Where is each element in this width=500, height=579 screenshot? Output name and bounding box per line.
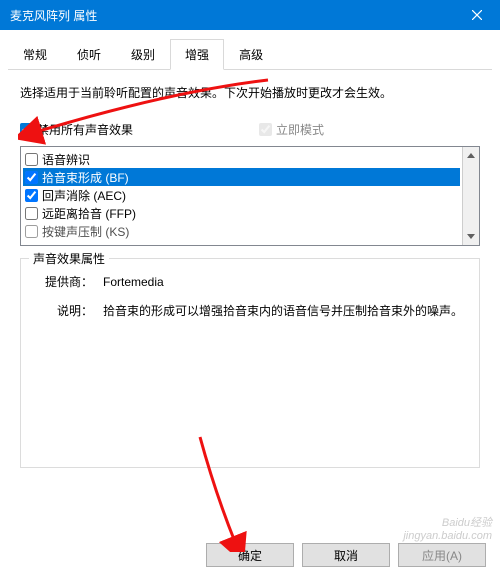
desc-value: 拾音束的形成可以增强拾音束内的语音信号并压制拾音束外的噪声。	[103, 302, 469, 321]
list-item[interactable]: 语音辨识	[23, 150, 460, 168]
title-bar: 麦克风阵列 属性	[0, 0, 500, 30]
listbox-inner: 语音辨识 拾音束形成 (BF) 回声消除 (AEC) 远距离拾音 (FFP)	[21, 147, 462, 245]
dialog-buttons: 确定 取消 应用(A)	[0, 531, 500, 579]
item-label: 拾音束形成 (BF)	[42, 169, 129, 186]
scroll-down-button[interactable]	[463, 228, 479, 245]
effect-properties-group: 声音效果属性 提供商： Fortemedia 说明： 拾音束的形成可以增强拾音束…	[20, 258, 480, 468]
item-checkbox[interactable]	[25, 171, 38, 184]
list-item[interactable]: 远距离拾音 (FFP)	[23, 204, 460, 222]
disable-all-checkbox[interactable]	[20, 123, 33, 136]
chevron-up-icon	[467, 153, 475, 158]
apply-button[interactable]: 应用(A)	[398, 543, 486, 567]
effects-listbox-wrap: 语音辨识 拾音束形成 (BF) 回声消除 (AEC) 远距离拾音 (FFP)	[20, 146, 480, 246]
description-text: 选择适用于当前聆听配置的声音效果。下次开始播放时更改才会生效。	[20, 84, 480, 103]
item-checkbox[interactable]	[25, 225, 38, 238]
scroll-track[interactable]	[463, 164, 479, 228]
desc-row: 说明： 拾音束的形成可以增强拾音束内的语音信号并压制拾音束外的噪声。	[31, 302, 469, 321]
tab-general[interactable]: 常规	[8, 39, 62, 70]
immediate-checkbox	[259, 123, 272, 136]
close-button[interactable]	[454, 0, 500, 30]
provider-label: 提供商：	[31, 273, 103, 292]
cancel-button[interactable]: 取消	[302, 543, 390, 567]
ok-button[interactable]: 确定	[206, 543, 294, 567]
desc-label: 说明：	[31, 302, 103, 321]
window-title: 麦克风阵列 属性	[10, 7, 454, 24]
watermark-line1: Baidu经验	[403, 517, 492, 530]
item-label: 按键声压制 (KS)	[42, 223, 129, 240]
group-title: 声音效果属性	[29, 250, 109, 267]
list-item[interactable]: 回声消除 (AEC)	[23, 186, 460, 204]
provider-value: Fortemedia	[103, 273, 469, 292]
tab-levels[interactable]: 级别	[116, 39, 170, 70]
chevron-down-icon	[467, 234, 475, 239]
disable-all-check-wrap: 禁用所有声音效果	[20, 121, 133, 138]
item-label: 回声消除 (AEC)	[42, 187, 126, 204]
options-row: 禁用所有声音效果 立即模式	[20, 121, 480, 138]
item-checkbox[interactable]	[25, 153, 38, 166]
scrollbar[interactable]	[462, 147, 479, 245]
close-icon	[472, 10, 482, 20]
immediate-mode-wrap: 立即模式	[259, 121, 324, 138]
tab-listen[interactable]: 侦听	[62, 39, 116, 70]
list-item[interactable]: 拾音束形成 (BF)	[23, 168, 460, 186]
tab-content: 选择适用于当前聆听配置的声音效果。下次开始播放时更改才会生效。 禁用所有声音效果…	[8, 70, 492, 478]
effects-listbox[interactable]: 语音辨识 拾音束形成 (BF) 回声消除 (AEC) 远距离拾音 (FFP)	[20, 146, 480, 246]
scroll-up-button[interactable]	[463, 147, 479, 164]
tab-strip: 常规 侦听 级别 增强 高级	[8, 38, 492, 70]
tab-advanced[interactable]: 高级	[224, 39, 278, 70]
tab-enhance[interactable]: 增强	[170, 39, 224, 70]
dialog-body: 常规 侦听 级别 增强 高级 选择适用于当前聆听配置的声音效果。下次开始播放时更…	[0, 30, 500, 478]
item-checkbox[interactable]	[25, 207, 38, 220]
item-label: 远距离拾音 (FFP)	[42, 205, 136, 222]
provider-row: 提供商： Fortemedia	[31, 273, 469, 292]
immediate-label: 立即模式	[276, 121, 324, 138]
list-item[interactable]: 按键声压制 (KS)	[23, 222, 460, 240]
disable-all-label[interactable]: 禁用所有声音效果	[37, 121, 133, 138]
item-checkbox[interactable]	[25, 189, 38, 202]
item-label: 语音辨识	[42, 151, 90, 168]
